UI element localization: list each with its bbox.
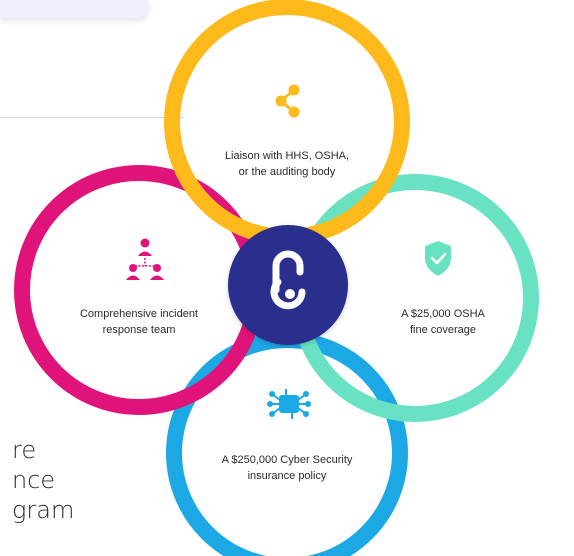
node-bottom-line-2: insurance policy xyxy=(247,470,327,482)
center-logo xyxy=(228,225,348,345)
node-left-label: Comprehensive incident response team xyxy=(60,306,218,338)
node-right-line-1: A $25,000 OSHA xyxy=(401,308,485,320)
node-top-label: Liaison with HHS, OSHA, or the auditing … xyxy=(202,148,372,180)
node-top-line-1: Liaison with HHS, OSHA, xyxy=(224,150,350,162)
node-top-line-2: or the auditing body xyxy=(238,166,336,178)
node-right-label: A $25,000 OSHA fine coverage xyxy=(378,306,508,338)
node-right-line-2: fine coverage xyxy=(409,324,477,336)
shield-check-icon xyxy=(425,241,451,276)
share-icon xyxy=(275,84,300,118)
ring-top xyxy=(164,0,410,245)
node-left-line-2: response team xyxy=(102,324,176,336)
node-left-line-1: Comprehensive incident xyxy=(79,308,198,320)
cyber-chip-icon xyxy=(267,389,311,419)
ring-bottom xyxy=(166,332,408,556)
node-bottom-line-1: A $250,000 Cyber Security xyxy=(221,454,353,466)
team-hierarchy-icon xyxy=(126,238,164,280)
node-bottom-label: A $250,000 Cyber Security insurance poli… xyxy=(202,452,372,484)
